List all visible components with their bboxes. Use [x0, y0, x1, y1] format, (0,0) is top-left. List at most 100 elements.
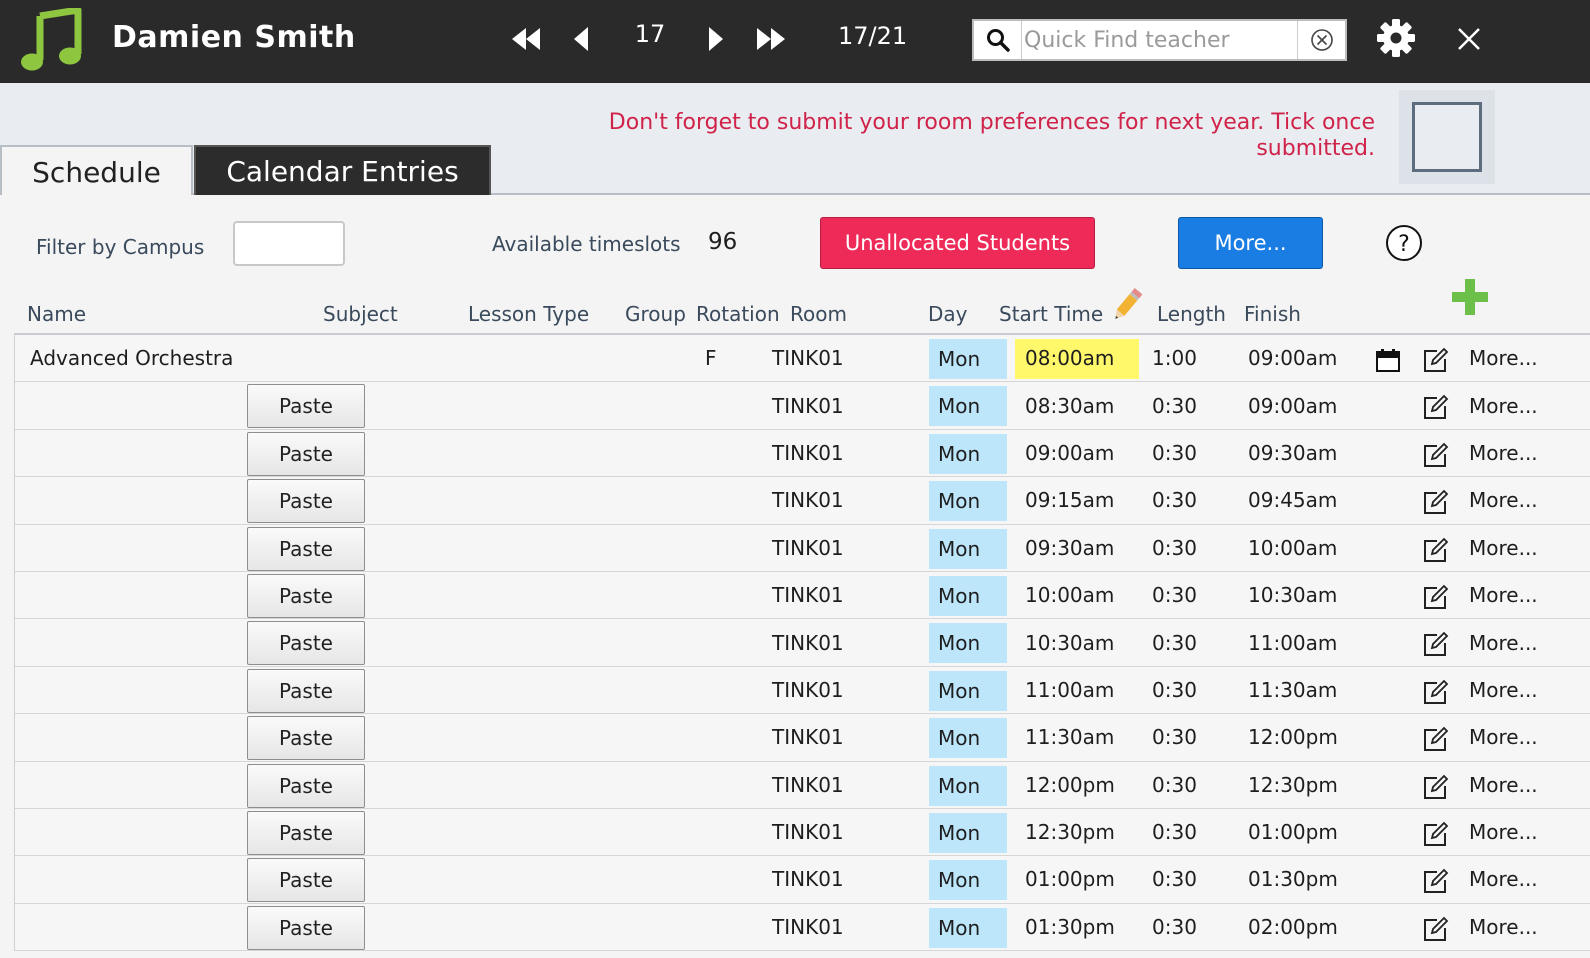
paste-button[interactable]: Paste [247, 763, 365, 808]
row-more-link[interactable]: More... [1469, 714, 1538, 760]
row-more-link[interactable]: More... [1469, 572, 1538, 618]
row-day: Mon [929, 339, 1007, 379]
col-header-rotation: Rotation [696, 302, 780, 326]
close-icon[interactable] [1452, 22, 1486, 56]
row-room: TINK01 [772, 535, 844, 560]
triangle-right-icon [709, 27, 723, 51]
row-more-link[interactable]: More... [1469, 335, 1538, 381]
row-more-link[interactable]: More... [1469, 904, 1538, 950]
edit-icon[interactable] [1423, 821, 1449, 847]
more-options-button[interactable]: More... [1178, 217, 1323, 269]
row-more-link[interactable]: More... [1469, 809, 1538, 855]
row-start-time: 09:15am [1025, 488, 1115, 513]
paste-button[interactable]: Paste [247, 479, 365, 524]
row-start-time: 01:30pm [1025, 914, 1115, 939]
row-finish: 09:45am [1248, 488, 1338, 513]
edit-icon[interactable] [1423, 489, 1449, 515]
table-row: Paste TINK01 Mon 12:00pm 0:30 12:30pm Mo… [15, 761, 1590, 809]
row-more-link[interactable]: More... [1469, 382, 1538, 428]
row-finish: 02:00pm [1248, 914, 1338, 939]
edit-icon[interactable] [1423, 774, 1449, 800]
pencil-icon[interactable] [1108, 285, 1146, 325]
submitted-checkbox[interactable] [1412, 102, 1482, 172]
table-row: Paste TINK01 Mon 11:30am 0:30 12:00pm Mo… [15, 714, 1590, 762]
row-start-time: 10:00am [1025, 583, 1115, 608]
table-row: Paste TINK01 Mon 12:30pm 0:30 01:00pm Mo… [15, 808, 1590, 857]
schedule-panel: Filter by Campus Available timeslots 96 … [0, 195, 1590, 958]
row-room: TINK01 [772, 677, 844, 702]
row-name: Advanced Orchestra [30, 346, 234, 371]
paste-button[interactable]: Paste [247, 526, 365, 571]
add-entry-icon[interactable] [1452, 279, 1488, 315]
paste-button[interactable]: Paste [247, 384, 365, 429]
quick-find-input[interactable] [1024, 24, 1294, 56]
row-finish: 11:00am [1248, 630, 1338, 655]
paste-button[interactable]: Paste [247, 431, 365, 476]
tab-calendar-entries[interactable]: Calendar Entries [194, 145, 491, 195]
col-header-start-time: Start Time [999, 302, 1104, 326]
row-day: Mon [929, 812, 1007, 853]
row-more-link[interactable]: More... [1469, 525, 1538, 571]
row-room: TINK01 [772, 914, 844, 939]
edit-icon[interactable] [1423, 631, 1449, 657]
col-header-day: Day [928, 302, 968, 326]
next-page-button[interactable] [698, 22, 732, 56]
teacher-name: Damien Smith [112, 20, 356, 55]
page-count: 17/21 [838, 22, 908, 50]
previous-page-button[interactable] [565, 22, 599, 56]
clear-search-button[interactable] [1297, 21, 1345, 59]
edit-icon[interactable] [1423, 394, 1449, 420]
tab-schedule[interactable]: Schedule [0, 145, 193, 197]
row-more-link[interactable]: More... [1469, 762, 1538, 808]
calendar-icon[interactable] [1375, 347, 1401, 373]
edit-icon[interactable] [1423, 584, 1449, 610]
row-more-link[interactable]: More... [1469, 430, 1538, 476]
row-length: 0:30 [1152, 677, 1197, 702]
row-day: Mon [929, 765, 1007, 806]
row-room: TINK01 [772, 630, 844, 655]
row-length: 0:30 [1152, 867, 1197, 892]
gear-icon[interactable] [1376, 18, 1416, 58]
filter-campus-input[interactable] [233, 221, 345, 266]
edit-icon[interactable] [1423, 347, 1449, 373]
edit-icon[interactable] [1423, 726, 1449, 752]
row-finish: 12:00pm [1248, 725, 1338, 750]
paste-button[interactable]: Paste [247, 716, 365, 761]
unallocated-students-button[interactable]: Unallocated Students [820, 217, 1095, 269]
row-more-link[interactable]: More... [1469, 477, 1538, 523]
paste-button[interactable]: Paste [247, 621, 365, 666]
row-start-time: 08:30am [1025, 393, 1115, 418]
edit-icon[interactable] [1423, 442, 1449, 468]
edit-icon[interactable] [1423, 537, 1449, 563]
paste-button[interactable]: Paste [247, 905, 365, 950]
paste-button[interactable]: Paste [247, 858, 365, 903]
paste-button[interactable]: Paste [247, 668, 365, 713]
paste-button[interactable]: Paste [247, 573, 365, 618]
help-icon[interactable]: ? [1385, 224, 1423, 262]
col-header-room: Room [790, 302, 847, 326]
row-more-link[interactable]: More... [1469, 619, 1538, 665]
col-header-group: Group [625, 302, 686, 326]
col-header-name: Name [27, 302, 87, 326]
table-row: Paste TINK01 Mon 09:15am 0:30 09:45am Mo… [15, 477, 1590, 525]
edit-icon[interactable] [1423, 868, 1449, 894]
row-day: Mon [929, 860, 1007, 901]
first-page-button[interactable] [510, 22, 544, 56]
row-more-link[interactable]: More... [1469, 667, 1538, 713]
table-row: Paste TINK01 Mon 10:00am 0:30 10:30am Mo… [15, 571, 1590, 620]
available-timeslots-value: 96 [708, 229, 738, 255]
edit-icon[interactable] [1423, 679, 1449, 705]
row-finish: 09:30am [1248, 440, 1338, 465]
search-button[interactable] [974, 21, 1022, 59]
paste-button[interactable]: Paste [247, 810, 365, 855]
row-rotation: F [705, 346, 717, 371]
row-room: TINK01 [772, 393, 844, 418]
table-row: Paste TINK01 Mon 08:30am 0:30 09:00am Mo… [15, 382, 1590, 430]
skip-back-icon [512, 28, 540, 50]
row-more-link[interactable]: More... [1469, 856, 1538, 902]
table-row: Paste TINK01 Mon 10:30am 0:30 11:00am Mo… [15, 619, 1590, 667]
row-finish: 09:00am [1248, 393, 1338, 418]
last-page-button[interactable] [753, 22, 787, 56]
edit-icon[interactable] [1423, 916, 1449, 942]
room-preference-notice: Don't forget to submit your room prefere… [608, 110, 1375, 161]
